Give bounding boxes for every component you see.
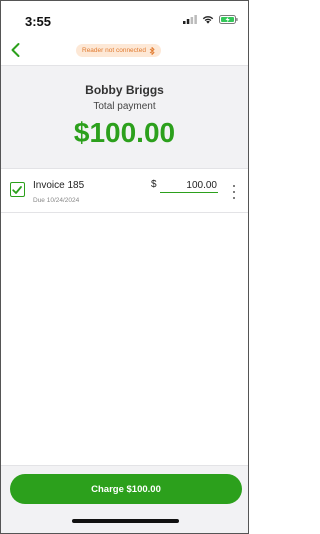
invoice-title: Invoice 185 bbox=[33, 180, 85, 191]
invoice-due-date: Due 10/24/2024 bbox=[33, 197, 80, 204]
reader-status-badge[interactable]: Reader not connected bbox=[76, 44, 161, 57]
total-payment-label: Total payment bbox=[93, 101, 156, 112]
invoice-row: Invoice 185 Due 10/24/2024 $ bbox=[1, 169, 248, 213]
header: Reader not connected bbox=[1, 37, 248, 65]
invoice-amount-input[interactable] bbox=[160, 178, 218, 193]
invoice-checkbox[interactable] bbox=[10, 182, 25, 197]
wifi-icon bbox=[202, 16, 214, 24]
bluetooth-icon bbox=[149, 46, 155, 55]
home-indicator bbox=[72, 519, 179, 523]
back-button[interactable] bbox=[9, 41, 23, 59]
total-payment-amount: $100.00 bbox=[73, 117, 176, 148]
more-options-button[interactable] bbox=[230, 185, 238, 199]
customer-name: Bobby Briggs bbox=[85, 83, 164, 97]
phone-screen: 3:55 Reader not connected Bobby Briggs T… bbox=[0, 0, 249, 534]
reader-status-label: Reader not connected bbox=[82, 47, 146, 54]
currency-sign: $ bbox=[151, 179, 157, 190]
bottom-bar: Charge $100.00 bbox=[1, 465, 248, 533]
payment-summary: Bobby Briggs Total payment $100.00 bbox=[1, 65, 248, 169]
status-icons bbox=[183, 15, 238, 24]
signal-icon bbox=[183, 15, 197, 24]
checkmark-icon bbox=[12, 186, 22, 194]
charge-button[interactable]: Charge $100.00 bbox=[10, 474, 242, 504]
vertical-ellipsis-icon bbox=[232, 185, 236, 188]
chevron-left-icon bbox=[11, 43, 20, 57]
status-bar: 3:55 bbox=[1, 1, 248, 37]
battery-charging-icon bbox=[219, 15, 238, 24]
status-time: 3:55 bbox=[25, 14, 52, 29]
